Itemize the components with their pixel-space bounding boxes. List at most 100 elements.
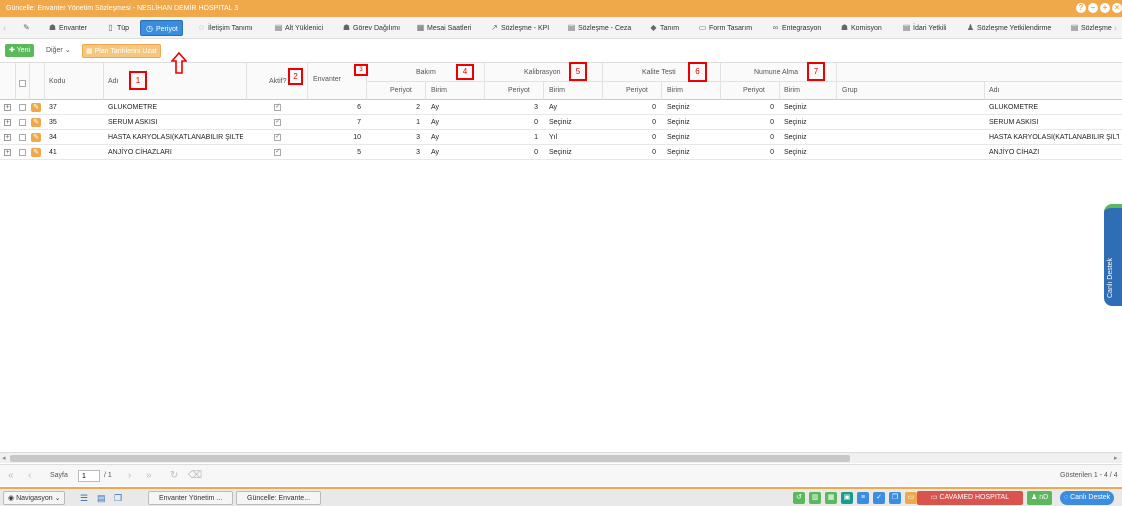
header-numune-alma: Numune Alma: [754, 69, 798, 76]
header-kt-periyot[interactable]: Periyot: [626, 87, 648, 94]
table-row[interactable]: + ✎ 34 HASTA KARYOLASI(KATLANABILIR ŞILT…: [0, 130, 1122, 145]
chat-icon: ◌: [199, 23, 204, 32]
tab-tup[interactable]: ▯ Tüp: [102, 20, 133, 36]
expand-row-icon[interactable]: +: [4, 104, 11, 111]
copy-icon[interactable]: ❐: [889, 492, 901, 504]
tab-sozlesme-yetkilendirme[interactable]: ♟ Sözleşme Yetkilendirme: [962, 20, 1055, 36]
extend-plan-dates-button[interactable]: ▦ Plan Tarihlerini Uzat: [82, 44, 161, 58]
check-icon[interactable]: ✓: [873, 492, 885, 504]
grid-icon[interactable]: ▦: [825, 492, 837, 504]
chart-icon[interactable]: ▥: [809, 492, 821, 504]
list-icon[interactable]: ≡: [857, 492, 869, 504]
cell-envanter: 5: [357, 149, 361, 156]
tab-gorev-dagilimi[interactable]: ☗ Görev Dağılımı: [338, 20, 404, 36]
header-envanter[interactable]: Envanter: [313, 76, 341, 83]
live-support-button[interactable]: ◌ Canlı Destek: [1060, 491, 1115, 505]
screen-icon[interactable]: ▭: [905, 492, 917, 504]
scroll-left-icon[interactable]: ◂: [2, 453, 6, 464]
hospital-selector[interactable]: ▭ CAVAMED HOSPITAL: [917, 491, 1023, 505]
windows-icon[interactable]: ❐: [114, 491, 122, 505]
edit-row-icon[interactable]: ✎: [31, 148, 41, 157]
tab-scroll-right-icon[interactable]: ›: [1114, 20, 1117, 36]
tab-periyot[interactable]: ◷ Periyot: [140, 20, 183, 36]
expand-row-icon[interactable]: +: [4, 149, 11, 156]
scroll-right-icon[interactable]: ▸: [1114, 453, 1118, 464]
tag-icon: ◆: [650, 23, 657, 32]
help-icon[interactable]: ?: [1076, 3, 1086, 13]
navigation-menu-button[interactable]: ◉ Navigasyon ⌄: [3, 491, 66, 505]
close-icon[interactable]: ×: [1112, 3, 1122, 13]
header-kt-birim[interactable]: Birim: [667, 87, 683, 94]
first-page-icon[interactable]: «: [8, 465, 14, 487]
header-kal-birim[interactable]: Birim: [549, 87, 565, 94]
expand-row-icon[interactable]: +: [4, 119, 11, 126]
page-total: / 1: [104, 472, 112, 479]
table-row[interactable]: + ✎ 35 SERUM ASKISI 7 1 Ay 0 Seçiniz 0 S…: [0, 115, 1122, 130]
cell-aktif-checkbox[interactable]: [274, 147, 281, 156]
header-grup[interactable]: Grup: [842, 87, 858, 94]
tab-sozlesme[interactable]: ▤ Sözleşme: [1066, 20, 1116, 36]
select-all-checkbox[interactable]: [19, 80, 26, 87]
tab-form-tasarim[interactable]: ▭ Form Tasarım: [694, 20, 756, 36]
cell-aktif-checkbox[interactable]: [274, 117, 281, 126]
grid-header: Kodu Adı Aktif? Envanter Bakım Kalibrasy…: [0, 62, 1122, 101]
new-button[interactable]: ✚ Yeni: [5, 44, 35, 57]
header-kodu[interactable]: Kodu: [49, 78, 65, 85]
cell-kodu: 34: [49, 134, 57, 141]
live-support-side-tab[interactable]: Canlı Destek: [1104, 204, 1122, 306]
refresh-icon[interactable]: ↻: [170, 465, 178, 487]
page-number-input[interactable]: [78, 470, 100, 482]
row-checkbox[interactable]: [19, 104, 26, 111]
row-checkbox[interactable]: [19, 119, 26, 126]
tab-entegrasyon[interactable]: ∞ Entegrasyon: [767, 20, 825, 36]
tab-idari-yetkili[interactable]: ▤ İdari Yetkili: [898, 20, 950, 36]
tab-sozlesme-ceza[interactable]: ▤ Sözleşme - Ceza: [563, 20, 635, 36]
cell-aktif-checkbox[interactable]: [274, 132, 281, 141]
row-checkbox[interactable]: [19, 149, 26, 156]
tab-sozlesme-kpi[interactable]: ↗ Sözleşme - KPI: [486, 20, 553, 36]
expand-row-icon[interactable]: +: [4, 134, 11, 141]
edit-row-icon[interactable]: ✎: [31, 103, 41, 112]
taskbar-window-envanter[interactable]: Envanter Yönetim ...: [148, 491, 234, 505]
tab-alt-yuklenici[interactable]: ▤ Alt Yüklenici: [270, 20, 327, 36]
horizontal-scrollbar[interactable]: ◂ ▸: [0, 452, 1122, 463]
table-row[interactable]: + ✎ 37 GLUKOMETRE 6 2 Ay 3 Ay 0 Seçiniz …: [0, 100, 1122, 115]
header-bakim-periyot[interactable]: Periyot: [390, 87, 412, 94]
scrollbar-thumb[interactable]: [10, 455, 850, 462]
list-view-icon[interactable]: ☰: [80, 491, 88, 505]
tab-tanim[interactable]: ◆ Tanım: [645, 20, 683, 36]
cell-kt-birim: Seçiniz: [667, 104, 690, 111]
header-adi[interactable]: Adı: [108, 78, 119, 85]
user-button[interactable]: ♟ nD: [1027, 491, 1053, 505]
header-na-birim[interactable]: Birim: [784, 87, 800, 94]
monitor-icon[interactable]: ▣: [841, 492, 853, 504]
maximize-icon[interactable]: +: [1100, 3, 1110, 13]
history-icon[interactable]: ↺: [793, 492, 805, 504]
cell-aktif-checkbox[interactable]: [274, 102, 281, 111]
last-page-icon[interactable]: »: [146, 465, 152, 487]
split-view-icon[interactable]: ▤: [97, 491, 106, 505]
taskbar-window-guncelle[interactable]: Güncelle: Envante...: [236, 491, 322, 505]
next-page-icon[interactable]: ›: [128, 465, 131, 487]
header-aktif[interactable]: Aktif?: [269, 78, 287, 85]
tab-envanter[interactable]: ☗ Envanter: [44, 20, 91, 36]
tab-komisyon[interactable]: ☗ Komisyon: [836, 20, 886, 36]
header-kal-periyot[interactable]: Periyot: [508, 87, 530, 94]
header-na-periyot[interactable]: Periyot: [743, 87, 765, 94]
cell-adi-2: GLUKOMETRE: [989, 104, 1039, 111]
tab-scroll-left-icon[interactable]: ‹: [3, 20, 6, 36]
tab-iletisim-tanimi[interactable]: ◌ İletişim Tanımı: [193, 20, 257, 36]
other-dropdown[interactable]: Diğer ⌄: [46, 44, 71, 57]
tab-edit[interactable]: ✎: [18, 20, 37, 36]
live-support-label: Canlı Destek: [1107, 257, 1114, 298]
edit-row-icon[interactable]: ✎: [31, 133, 41, 142]
clear-icon[interactable]: ⌫: [188, 465, 202, 487]
header-adi-2[interactable]: Adı: [989, 87, 1000, 94]
table-row[interactable]: + ✎ 41 ANJİYO CİHAZLARI 5 3 Ay 0 Seçiniz…: [0, 145, 1122, 160]
row-checkbox[interactable]: [19, 134, 26, 141]
minimize-icon[interactable]: −: [1088, 3, 1098, 13]
edit-row-icon[interactable]: ✎: [31, 118, 41, 127]
tab-mesai-saatleri[interactable]: ▦ Mesai Saatleri: [412, 20, 475, 36]
prev-page-icon[interactable]: ‹: [28, 465, 31, 487]
header-bakim-birim[interactable]: Birim: [431, 87, 447, 94]
